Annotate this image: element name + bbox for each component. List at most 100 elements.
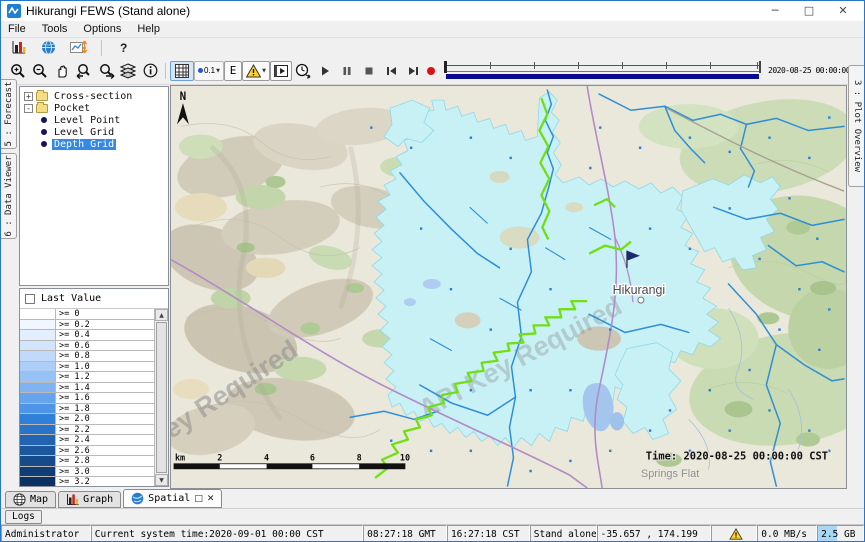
node-dot-icon — [41, 129, 47, 135]
legend-row[interactable]: >= 2.4 — [20, 435, 154, 446]
legend-row[interactable]: >= 2.0 — [20, 414, 154, 425]
tree-item-pocket[interactable]: - Pocket — [20, 102, 168, 114]
slider-tick — [710, 62, 711, 69]
layers-button[interactable] — [117, 61, 139, 81]
tab-close-icon[interactable]: ✕ — [207, 494, 215, 504]
legend-row[interactable]: >= 3.0 — [20, 467, 154, 478]
stop-icon — [363, 65, 375, 77]
tab-maximize-icon[interactable]: □ — [194, 494, 203, 504]
legend-row[interactable]: >= 1.4 — [20, 383, 154, 394]
legend-row[interactable]: >= 0.6 — [20, 341, 154, 352]
logs-button[interactable]: Logs — [5, 510, 42, 524]
animation-button[interactable] — [270, 61, 292, 81]
time-slider[interactable] — [444, 61, 761, 81]
tab-map[interactable]: Map — [5, 491, 56, 508]
tree-item-level-point[interactable]: Level Point — [20, 114, 168, 126]
time-settings-button[interactable] — [292, 61, 314, 81]
map-display-button[interactable] — [37, 38, 59, 58]
expander-icon[interactable]: + — [24, 92, 33, 101]
tree-item-cross-section[interactable]: + Cross-section — [20, 90, 168, 102]
legend-swatch — [20, 330, 56, 340]
slider-track — [446, 65, 759, 66]
slider-handle[interactable] — [444, 61, 447, 73]
legend-scrollbar[interactable]: ▲ ▼ — [154, 309, 168, 486]
record-button[interactable] — [424, 61, 438, 81]
chevron-down-icon: ▼ — [216, 68, 220, 74]
legend-label: >= 0.6 — [56, 341, 154, 351]
tab-forecast[interactable]: 5 : Forecast — [1, 79, 17, 149]
stop-button[interactable] — [358, 61, 380, 81]
close-button[interactable]: ✕ — [826, 2, 860, 20]
tree-item-label: Cross-section — [52, 91, 134, 102]
legend-row[interactable]: >= 0.4 — [20, 330, 154, 341]
time-range-bar — [446, 74, 759, 79]
legend-row[interactable]: >= 1.0 — [20, 362, 154, 373]
menu-help[interactable]: Help — [137, 23, 160, 35]
menu-tools[interactable]: Tools — [42, 23, 68, 35]
grid-display-button[interactable] — [170, 61, 194, 81]
graph-icon — [66, 493, 79, 506]
timer-icon — [295, 63, 311, 79]
step-forward-button[interactable] — [402, 61, 424, 81]
tab-data-viewer[interactable]: 6 : Data Viewer — [1, 153, 17, 239]
maximize-button[interactable]: □ — [792, 2, 826, 20]
main-toolbar: ? — [1, 38, 864, 57]
precision-dropdown[interactable]: 0.1▼ — [194, 61, 224, 81]
step-back-button[interactable] — [380, 61, 402, 81]
legend-row[interactable]: >= 0.8 — [20, 351, 154, 362]
zoom-next-icon — [98, 63, 115, 79]
menu-file[interactable]: File — [8, 23, 26, 35]
zoom-in-button[interactable] — [7, 61, 29, 81]
tab-data-viewer-label: 6 : Data Viewer — [4, 155, 14, 236]
slider-tick — [622, 62, 623, 69]
zoom-previous-button[interactable] — [73, 61, 95, 81]
play-button[interactable] — [314, 61, 336, 81]
tab-plot-overview[interactable]: 3 : Plot Overview — [848, 65, 864, 187]
status-local-time: 16:27:18 CST — [447, 525, 530, 542]
legend-swatch — [20, 309, 56, 319]
status-mode: Stand alone — [530, 525, 597, 542]
legend-row[interactable]: >= 1.2 — [20, 372, 154, 383]
map-canvas[interactable]: ey Required — [171, 86, 846, 488]
legend-swatch — [20, 372, 56, 382]
menu-options[interactable]: Options — [83, 23, 121, 35]
zoom-next-button[interactable] — [95, 61, 117, 81]
tab-graph[interactable]: Graph — [58, 491, 121, 508]
expander-icon[interactable]: - — [24, 104, 33, 113]
legend-swatch — [20, 446, 56, 456]
map-toolbar: 0.1▼ E ▼ 2020-08-25 00:00:00 CST — [1, 57, 864, 85]
tree-item-level-grid[interactable]: Level Grid — [20, 126, 168, 138]
tab-spatial[interactable]: Spatial □ ✕ — [123, 489, 222, 508]
tree-item-label: Level Grid — [52, 127, 116, 138]
legend-row[interactable]: >= 0 — [20, 309, 154, 320]
last-value-checkbox[interactable] — [25, 294, 35, 304]
timeseries-button[interactable] — [67, 38, 89, 58]
scroll-up-icon[interactable]: ▲ — [155, 309, 168, 321]
scroll-down-icon[interactable]: ▼ — [155, 474, 168, 486]
legend-row[interactable]: >= 1.8 — [20, 404, 154, 415]
zoom-out-button[interactable] — [29, 61, 51, 81]
minimize-button[interactable]: ─ — [758, 2, 792, 20]
legend-toggle-button[interactable]: E — [224, 61, 242, 81]
svg-text:2: 2 — [217, 454, 222, 464]
tree-item-depth-grid[interactable]: Depth Grid — [20, 138, 168, 150]
zoom-previous-icon — [76, 63, 93, 79]
skip-start-icon — [385, 65, 398, 77]
legend-row[interactable]: >= 0.2 — [20, 320, 154, 331]
pan-button[interactable] — [51, 61, 73, 81]
help-button[interactable]: ? — [120, 41, 127, 55]
database-chart-button[interactable] — [7, 38, 29, 58]
layer-tree: + Cross-section - Pocket Level Point Lev… — [19, 86, 169, 286]
info-button[interactable] — [139, 61, 161, 81]
scrollbar-thumb[interactable] — [156, 322, 167, 473]
legend-row[interactable]: >= 3.2 — [20, 477, 154, 486]
legend-row[interactable]: >= 1.6 — [20, 393, 154, 404]
pause-button[interactable] — [336, 61, 358, 81]
legend-row[interactable]: >= 2.2 — [20, 425, 154, 436]
thresholds-dropdown[interactable]: ▼ — [242, 61, 270, 81]
legend-row[interactable]: >= 2.6 — [20, 446, 154, 457]
data-viewer-panel: + Cross-section - Pocket Level Point Lev… — [18, 85, 170, 489]
legend-label: >= 0.2 — [56, 320, 154, 330]
legend-row[interactable]: >= 2.8 — [20, 456, 154, 467]
movie-icon — [274, 65, 288, 77]
